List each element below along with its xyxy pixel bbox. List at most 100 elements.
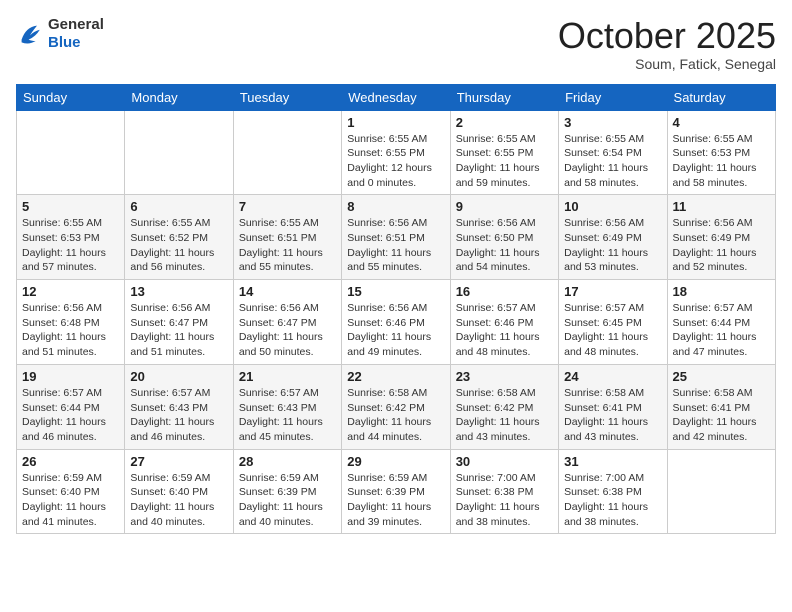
calendar-cell: 2 Sunrise: 6:55 AM Sunset: 6:55 PM Daylig… (450, 110, 558, 195)
day-info: Sunrise: 6:59 AM Sunset: 6:39 PM Dayligh… (347, 471, 444, 530)
day-info: Sunrise: 6:59 AM Sunset: 6:40 PM Dayligh… (130, 471, 227, 530)
calendar-cell: 22Sunrise: 6:58 AM Sunset: 6:42 PM Dayli… (342, 364, 450, 449)
calendar-cell: 27 Sunrise: 6:59 AM Sunset: 6:40 PM Dayli… (125, 449, 233, 534)
calendar-cell: 20Sunrise: 6:57 AM Sunset: 6:43 PM Dayli… (125, 364, 233, 449)
day-info: Sunrise: 6:57 AM Sunset: 6:43 PM Dayligh… (239, 386, 336, 445)
day-number: 29 (347, 454, 444, 469)
day-number: 30 (456, 454, 553, 469)
column-header-sunday: Sunday (17, 84, 125, 110)
calendar-cell (125, 110, 233, 195)
day-number: 28 (239, 454, 336, 469)
day-info: Sunrise: 6:58 AM Sunset: 6:41 PM Dayligh… (673, 386, 770, 445)
calendar-cell: 26 Sunrise: 6:59 AM Sunset: 6:40 PM Dayli… (17, 449, 125, 534)
day-number: 13 (130, 284, 227, 299)
calendar-cell: 1 Sunrise: 6:55 AM Sunset: 6:55 PM Daylig… (342, 110, 450, 195)
day-info: Sunrise: 6:56 AM Sunset: 6:49 PM Dayligh… (564, 216, 661, 275)
day-info: Sunrise: 6:56 AM Sunset: 6:48 PM Dayligh… (22, 301, 119, 360)
calendar-cell: 23 Sunrise: 6:58 AM Sunset: 6:42 PM Dayli… (450, 364, 558, 449)
day-number: 12 (22, 284, 119, 299)
day-info: Sunrise: 6:56 AM Sunset: 6:51 PM Dayligh… (347, 216, 444, 275)
day-info: Sunrise: 7:00 AM Sunset: 6:38 PM Dayligh… (564, 471, 661, 530)
calendar-cell: 28 Sunrise: 6:59 AM Sunset: 6:39 PM Dayli… (233, 449, 341, 534)
day-number: 24 (564, 369, 661, 384)
day-number: 8 (347, 199, 444, 214)
calendar-cell: 7Sunrise: 6:55 AM Sunset: 6:51 PM Daylig… (233, 195, 341, 280)
page-header: General Blue October 2025 Soum, Fatick, … (16, 16, 776, 72)
logo: General Blue (16, 16, 104, 52)
day-number: 3 (564, 115, 661, 130)
column-header-saturday: Saturday (667, 84, 775, 110)
day-info: Sunrise: 6:58 AM Sunset: 6:42 PM Dayligh… (456, 386, 553, 445)
day-info: Sunrise: 6:56 AM Sunset: 6:47 PM Dayligh… (239, 301, 336, 360)
day-number: 6 (130, 199, 227, 214)
day-info: Sunrise: 6:59 AM Sunset: 6:40 PM Dayligh… (22, 471, 119, 530)
day-info: Sunrise: 6:58 AM Sunset: 6:41 PM Dayligh… (564, 386, 661, 445)
calendar-table: SundayMondayTuesdayWednesdayThursdayFrid… (16, 84, 776, 535)
calendar-cell: 16Sunrise: 6:57 AM Sunset: 6:46 PM Dayli… (450, 280, 558, 365)
calendar-cell (233, 110, 341, 195)
calendar-cell: 29 Sunrise: 6:59 AM Sunset: 6:39 PM Dayli… (342, 449, 450, 534)
column-header-friday: Friday (559, 84, 667, 110)
day-number: 9 (456, 199, 553, 214)
day-number: 31 (564, 454, 661, 469)
day-number: 18 (673, 284, 770, 299)
day-info: Sunrise: 6:55 AM Sunset: 6:55 PM Dayligh… (456, 132, 553, 191)
day-number: 16 (456, 284, 553, 299)
day-info: Sunrise: 6:55 AM Sunset: 6:53 PM Dayligh… (673, 132, 770, 191)
column-header-monday: Monday (125, 84, 233, 110)
day-number: 27 (130, 454, 227, 469)
calendar-cell: 6 Sunrise: 6:55 AM Sunset: 6:52 PM Daylig… (125, 195, 233, 280)
calendar-cell (17, 110, 125, 195)
title-block: October 2025 Soum, Fatick, Senegal (558, 16, 776, 72)
day-number: 1 (347, 115, 444, 130)
day-number: 21 (239, 369, 336, 384)
calendar-cell: 14 Sunrise: 6:56 AM Sunset: 6:47 PM Dayli… (233, 280, 341, 365)
day-info: Sunrise: 6:55 AM Sunset: 6:53 PM Dayligh… (22, 216, 119, 275)
calendar-cell: 15 Sunrise: 6:56 AM Sunset: 6:46 PM Dayli… (342, 280, 450, 365)
day-number: 10 (564, 199, 661, 214)
day-number: 26 (22, 454, 119, 469)
day-number: 17 (564, 284, 661, 299)
calendar-cell: 31 Sunrise: 7:00 AM Sunset: 6:38 PM Dayli… (559, 449, 667, 534)
calendar-cell: 8 Sunrise: 6:56 AM Sunset: 6:51 PM Daylig… (342, 195, 450, 280)
day-number: 19 (22, 369, 119, 384)
calendar-cell: 21 Sunrise: 6:57 AM Sunset: 6:43 PM Dayli… (233, 364, 341, 449)
calendar-cell: 24 Sunrise: 6:58 AM Sunset: 6:41 PM Dayli… (559, 364, 667, 449)
day-info: Sunrise: 6:55 AM Sunset: 6:51 PM Dayligh… (239, 216, 336, 275)
day-info: Sunrise: 6:56 AM Sunset: 6:49 PM Dayligh… (673, 216, 770, 275)
location: Soum, Fatick, Senegal (558, 56, 776, 72)
calendar-cell: 12 Sunrise: 6:56 AM Sunset: 6:48 PM Dayli… (17, 280, 125, 365)
calendar-cell: 10 Sunrise: 6:56 AM Sunset: 6:49 PM Dayli… (559, 195, 667, 280)
calendar-cell: 3Sunrise: 6:55 AM Sunset: 6:54 PM Daylig… (559, 110, 667, 195)
day-info: Sunrise: 6:57 AM Sunset: 6:44 PM Dayligh… (22, 386, 119, 445)
day-info: Sunrise: 6:57 AM Sunset: 6:44 PM Dayligh… (673, 301, 770, 360)
day-number: 2 (456, 115, 553, 130)
day-number: 5 (22, 199, 119, 214)
calendar-cell: 9Sunrise: 6:56 AM Sunset: 6:50 PM Daylig… (450, 195, 558, 280)
day-info: Sunrise: 7:00 AM Sunset: 6:38 PM Dayligh… (456, 471, 553, 530)
logo-bird-icon (16, 20, 44, 48)
day-number: 20 (130, 369, 227, 384)
column-header-wednesday: Wednesday (342, 84, 450, 110)
calendar-cell: 18 Sunrise: 6:57 AM Sunset: 6:44 PM Dayli… (667, 280, 775, 365)
day-info: Sunrise: 6:55 AM Sunset: 6:52 PM Dayligh… (130, 216, 227, 275)
column-header-thursday: Thursday (450, 84, 558, 110)
calendar-cell (667, 449, 775, 534)
calendar-cell: 19 Sunrise: 6:57 AM Sunset: 6:44 PM Dayli… (17, 364, 125, 449)
day-number: 25 (673, 369, 770, 384)
day-info: Sunrise: 6:59 AM Sunset: 6:39 PM Dayligh… (239, 471, 336, 530)
day-number: 4 (673, 115, 770, 130)
day-number: 23 (456, 369, 553, 384)
calendar-cell: 4 Sunrise: 6:55 AM Sunset: 6:53 PM Daylig… (667, 110, 775, 195)
calendar-cell: 17 Sunrise: 6:57 AM Sunset: 6:45 PM Dayli… (559, 280, 667, 365)
column-header-tuesday: Tuesday (233, 84, 341, 110)
day-info: Sunrise: 6:56 AM Sunset: 6:46 PM Dayligh… (347, 301, 444, 360)
day-number: 14 (239, 284, 336, 299)
day-info: Sunrise: 6:56 AM Sunset: 6:47 PM Dayligh… (130, 301, 227, 360)
day-number: 11 (673, 199, 770, 214)
calendar-cell: 30 Sunrise: 7:00 AM Sunset: 6:38 PM Dayli… (450, 449, 558, 534)
day-number: 15 (347, 284, 444, 299)
day-info: Sunrise: 6:57 AM Sunset: 6:45 PM Dayligh… (564, 301, 661, 360)
calendar-cell: 25 Sunrise: 6:58 AM Sunset: 6:41 PM Dayli… (667, 364, 775, 449)
day-info: Sunrise: 6:55 AM Sunset: 6:55 PM Dayligh… (347, 132, 444, 191)
